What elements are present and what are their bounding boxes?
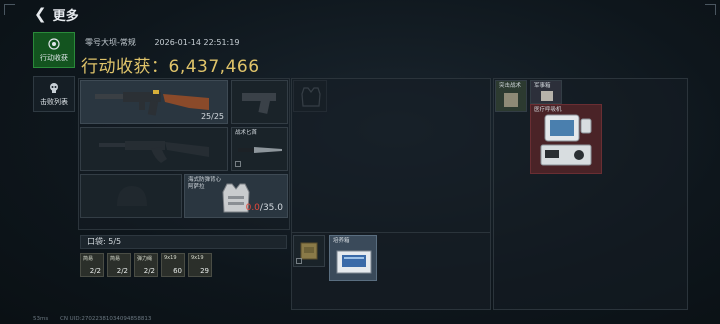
ventilator-icon <box>540 114 592 166</box>
pocket-item-count: 2/2 <box>89 267 101 275</box>
sidebar: 行动收获 击败列表 <box>33 32 75 120</box>
pocket-item-count: 2/2 <box>116 267 128 275</box>
backpack-slot[interactable] <box>293 235 325 267</box>
primary-ammo-count: 25/25 <box>200 112 224 121</box>
back-chevron-icon: ❮ <box>34 5 47 23</box>
tab-label: 击败列表 <box>40 97 68 106</box>
incubator-slot[interactable]: 培养箱 <box>329 235 377 281</box>
helmet-icon <box>117 186 147 206</box>
military-box-icon <box>541 91 553 101</box>
match-datetime: 2026-01-14 22:51:19 <box>154 38 240 47</box>
pocket-item[interactable]: 简易 2/2 <box>80 253 104 277</box>
map-mode: 零号大坝-常规 <box>85 38 136 47</box>
secondary-weapon-slot[interactable] <box>80 127 228 171</box>
back-button[interactable]: ❮ 更多 <box>34 5 94 24</box>
assault-rifle-icon <box>99 141 209 163</box>
helmet-slot[interactable] <box>80 174 182 218</box>
user-id: CN UID:27022381034094858813 <box>59 316 152 322</box>
slot-mark-icon <box>235 161 241 167</box>
frame-corner <box>4 4 15 15</box>
safebox-item-1[interactable]: 突击战术 <box>495 80 527 112</box>
incubator-icon <box>336 250 372 274</box>
tab-label: 行动收获 <box>40 53 68 62</box>
footer: 53ms CN UID:27022381034094858813 <box>33 316 161 322</box>
pocket-item-name: 弹力绳 <box>137 256 153 262</box>
safebox-item-1-name: 突击战术 <box>499 83 522 89</box>
pocket-item[interactable]: 9x19 29 <box>188 253 212 277</box>
ping-readout: 53ms <box>33 316 49 322</box>
top-bar: ❮ 更多 <box>0 0 720 28</box>
tactical-gear-icon <box>504 93 518 107</box>
sidearm-slot[interactable] <box>231 80 288 124</box>
pocket-item[interactable]: 简易 2/2 <box>107 253 131 277</box>
pocket-item-name: 9x19 <box>191 255 204 261</box>
tab-action-gains[interactable]: 行动收获 <box>33 32 75 68</box>
tab-kill-list[interactable]: 击败列表 <box>33 76 75 112</box>
pocket-item-name: 简易 <box>83 256 94 262</box>
melee-slot[interactable]: 战术匕首 <box>231 127 288 171</box>
target-icon <box>48 37 60 50</box>
action-gains-total: 行动收获：6,437,466 <box>81 57 260 77</box>
slot-mark-icon <box>296 258 302 264</box>
pocket-item[interactable]: 弹力绳 2/2 <box>134 253 158 277</box>
back-label: 更多 <box>52 8 79 24</box>
match-info: 零号大坝-常规 2026-01-14 22:51:19 <box>85 37 255 48</box>
pockets-label: 口袋: 5/5 <box>80 235 287 249</box>
skull-icon <box>50 82 58 93</box>
armor-durability-max: /35.0 <box>259 203 283 213</box>
pocket-item-name: 9x19 <box>164 255 177 261</box>
pocket-item-count: 29 <box>200 267 209 275</box>
incubator-name: 培养箱 <box>333 238 350 244</box>
armor-durability: 0.0/35.0 <box>246 203 283 213</box>
knife-icon <box>238 147 282 153</box>
pistol-icon <box>242 93 276 114</box>
pocket-item-count: 2/2 <box>143 267 155 275</box>
primary-weapon-slot[interactable]: 25/25 <box>80 80 228 124</box>
rifle-icon <box>95 90 209 116</box>
armor-name: 海式防弹背心 阿萨拉 <box>188 177 222 190</box>
armor-durability-current: 0.0 <box>245 203 260 213</box>
safebox-item-2[interactable]: 军事箱 <box>530 80 562 104</box>
armor-slot[interactable]: 海式防弹背心 阿萨拉 0.0/35.0 <box>184 174 288 218</box>
safebox-item-3[interactable]: 医疗呼吸机 <box>530 104 602 174</box>
pocket-item[interactable]: 9x19 60 <box>161 253 185 277</box>
pocket-item-name: 简易 <box>110 256 121 262</box>
pocket-item-count: 60 <box>173 267 182 275</box>
frame-corner <box>705 4 716 15</box>
melee-name: 战术匕首 <box>235 130 258 136</box>
